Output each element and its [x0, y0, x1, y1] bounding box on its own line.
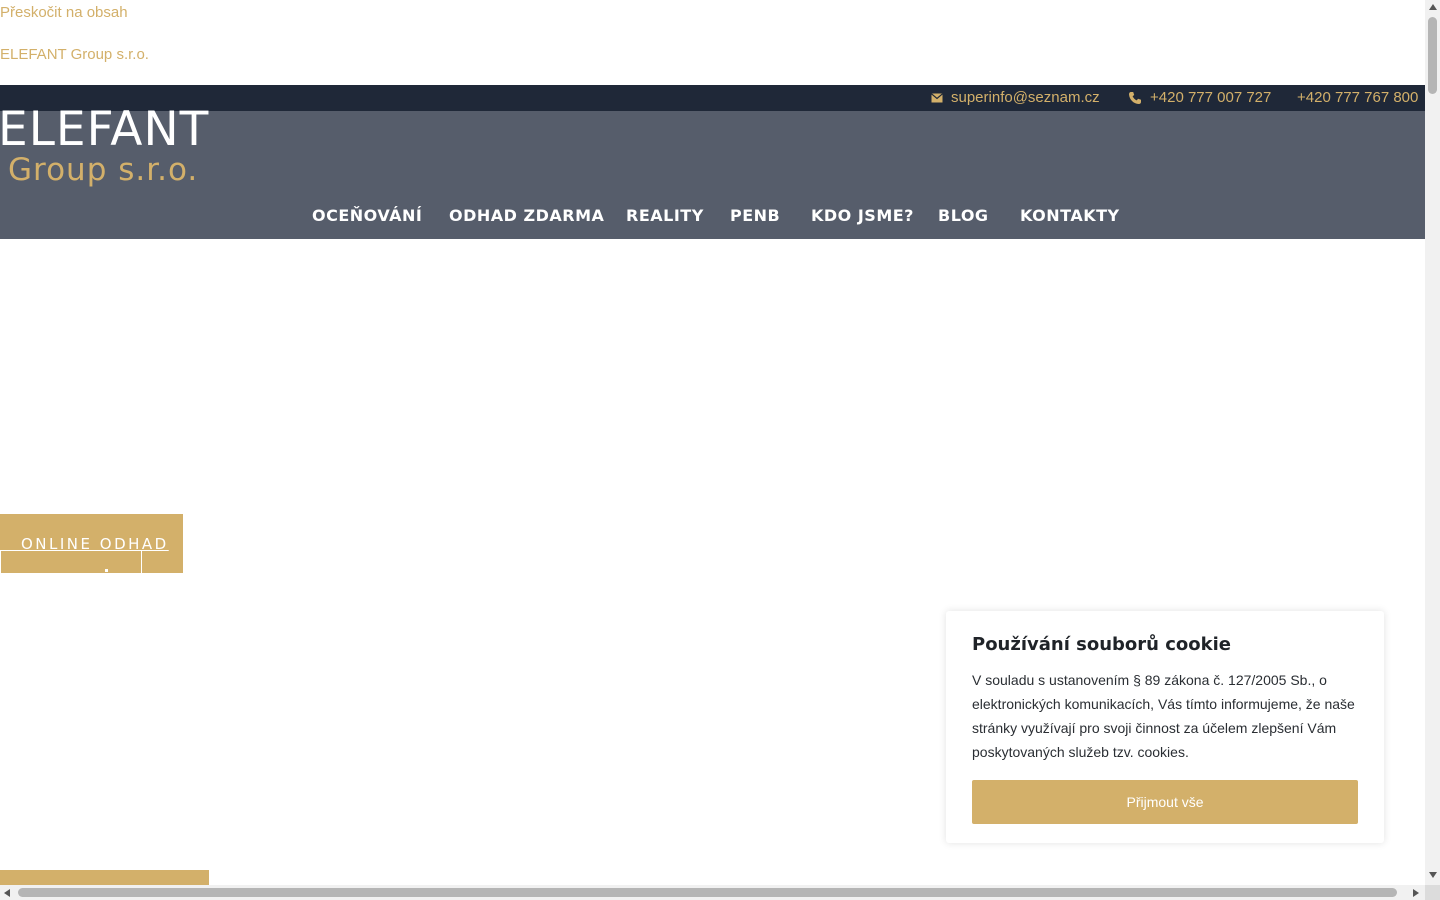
nav-item-odhad-zdarma[interactable]: ODHAD ZDARMA — [449, 206, 604, 225]
horizontal-scroll-thumb[interactable] — [18, 888, 1397, 897]
logo-main-text[interactable]: ELEFANT — [0, 106, 209, 153]
cta-inner-frame — [0, 550, 142, 573]
cookie-title: Používání souborů cookie — [972, 634, 1232, 655]
main-navigation: OCEŇOVÁNÍ ODHAD ZDARMA REALITY PENB KDO … — [0, 206, 1425, 228]
nav-item-penb[interactable]: PENB — [730, 206, 780, 225]
nav-item-kontakty[interactable]: KONTAKTY — [1020, 206, 1120, 225]
vertical-scrollbar[interactable] — [1425, 0, 1440, 885]
scroll-left-arrow-icon[interactable] — [4, 889, 10, 897]
phone-icon — [1128, 91, 1142, 105]
phone-link-2[interactable]: +420 777 767 800 — [1297, 89, 1418, 106]
scroll-up-arrow-icon[interactable] — [1429, 4, 1437, 10]
scrollbar-corner — [1425, 885, 1440, 900]
accept-all-button[interactable]: Přijmout vše — [972, 780, 1358, 824]
scroll-right-arrow-icon[interactable] — [1413, 889, 1419, 897]
nav-item-kdo-jsme[interactable]: KDO JSME? — [811, 206, 914, 225]
online-odhad-button[interactable]: ONLINE ODHAD — [0, 514, 183, 573]
vertical-scroll-thumb[interactable] — [1428, 17, 1437, 94]
cookie-consent-dialog: Používání souborů cookie V souladu s ust… — [946, 611, 1384, 843]
topbar-phone-1[interactable]: +420 777 007 727 — [1128, 89, 1271, 106]
nav-item-ocenovani[interactable]: OCEŇOVÁNÍ — [312, 206, 422, 225]
bottom-accent-bar — [0, 870, 209, 885]
nav-item-reality[interactable]: REALITY — [626, 206, 704, 225]
topbar-email[interactable]: superinfo@seznam.cz — [931, 89, 1100, 106]
phone-link-1[interactable]: +420 777 007 727 — [1150, 89, 1271, 106]
skip-to-content-link[interactable]: Přeskočit na obsah — [0, 4, 128, 21]
logo-sub-text[interactable]: Group s.r.o. — [8, 155, 198, 186]
email-link[interactable]: superinfo@seznam.cz — [951, 89, 1100, 106]
cookie-text: V souladu s ustanovením § 89 zákona č. 1… — [972, 672, 1355, 760]
topbar-phone-2[interactable]: +420 777 767 800 — [1297, 89, 1418, 106]
horizontal-scrollbar[interactable] — [0, 885, 1425, 900]
top-contact-bar: superinfo@seznam.cz +420 777 007 727 +42… — [0, 85, 1425, 111]
mail-icon — [931, 92, 943, 103]
scroll-down-arrow-icon[interactable] — [1429, 872, 1437, 878]
nav-item-blog[interactable]: BLOG — [938, 206, 989, 225]
site-name-link[interactable]: ELEFANT Group s.r.o. — [0, 46, 149, 63]
